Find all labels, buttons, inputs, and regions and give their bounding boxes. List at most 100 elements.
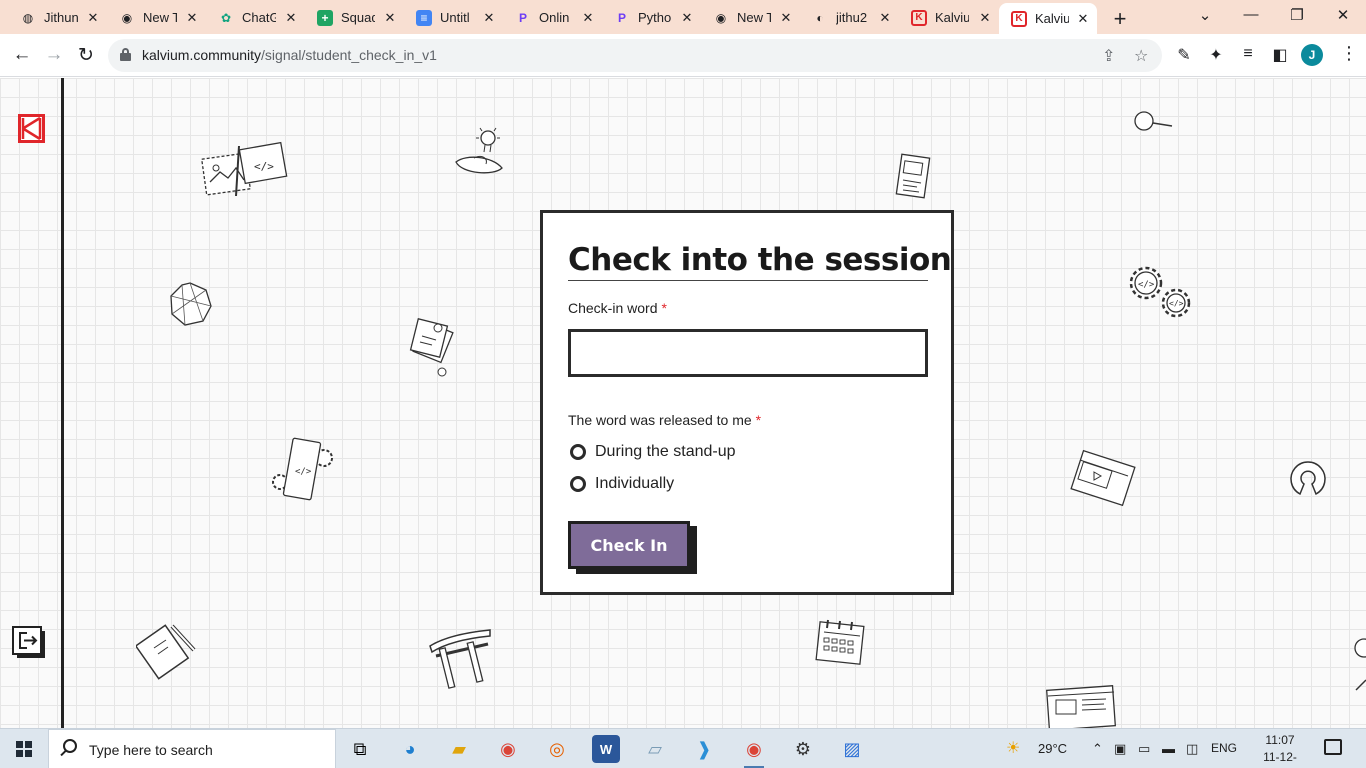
tab-close-icon[interactable]: ✕ <box>382 10 398 26</box>
radio-option-individually[interactable]: Individually <box>570 475 674 493</box>
torii-gate-doodle-icon <box>429 629 491 689</box>
required-asterisk: * <box>755 412 762 428</box>
new-tab-button[interactable]: + <box>1109 6 1131 32</box>
gears-doodle-icon: </> </> <box>1129 266 1191 318</box>
tab-title: Jithun <box>44 10 78 25</box>
notification-center-icon[interactable] <box>1324 739 1342 755</box>
bookmark-star-icon[interactable]: ☆ <box>1134 46 1148 66</box>
chrome-icon: ◉ <box>121 10 133 25</box>
eyedropper-extension-icon[interactable]: ✎ <box>1174 45 1194 65</box>
windows-start-icon[interactable] <box>16 741 32 757</box>
sidebar-divider <box>61 78 64 728</box>
tab-title: ChatG <box>242 10 276 25</box>
browser-tab[interactable]: ◉ New T ✕ <box>701 4 800 31</box>
browser-tab[interactable]: ≡ Untitl ✕ <box>404 4 503 31</box>
forward-button[interactable]: → <box>42 44 66 66</box>
tray-overflow-chevron-icon[interactable]: ⌃ <box>1092 741 1103 757</box>
radio-label: Individually <box>595 475 675 492</box>
tab-close-icon[interactable]: ✕ <box>977 10 993 26</box>
browser-tab[interactable]: ✿ ChatG ✕ <box>206 4 305 31</box>
browser-video-doodle-icon <box>1070 449 1136 507</box>
search-icon <box>63 739 77 753</box>
tab-close-icon[interactable]: ✕ <box>877 10 893 26</box>
url-text[interactable]: kalvium.community/signal/student_check_i… <box>142 47 437 63</box>
lock-icon[interactable] <box>120 48 131 61</box>
photos-icon[interactable]: ▨ <box>838 735 866 763</box>
firefox-icon[interactable]: ◎ <box>543 735 571 763</box>
calendar-doodle-icon <box>815 619 865 665</box>
tray-display-icon[interactable]: ▭ <box>1138 741 1150 757</box>
browser-tab[interactable]: ◍ Jithun ✕ <box>8 4 107 31</box>
mobile-code-doodle-icon: </> <box>272 437 333 501</box>
taskbar-search-box[interactable]: Type here to search <box>48 729 336 768</box>
reload-button[interactable]: ↻ <box>74 44 98 67</box>
tab-title: Untitl <box>440 10 470 25</box>
maximize-button[interactable]: ❐ <box>1287 6 1307 24</box>
vscode-icon[interactable]: ❱ <box>690 735 718 763</box>
radio-option-standup[interactable]: During the stand-up <box>570 443 736 461</box>
open-source-doodle-icon <box>1290 461 1326 496</box>
checkin-word-input[interactable] <box>568 329 928 377</box>
p-icon: P <box>518 10 527 25</box>
chrome-menu-icon[interactable]: ⋮ <box>1340 43 1358 64</box>
github-icon: ◐ <box>816 10 824 25</box>
webpage-doodle-icon <box>1045 685 1117 728</box>
magnifier-doodle-icon <box>1134 111 1173 131</box>
extensions-puzzle-icon[interactable]: ✦ <box>1206 45 1226 65</box>
document-doodle-icon <box>895 153 931 199</box>
tab-close-icon[interactable]: ✕ <box>778 10 794 26</box>
side-panel-icon[interactable]: ◧ <box>1270 45 1290 65</box>
network-icon[interactable]: ◫ <box>1186 741 1198 757</box>
edge-icon[interactable]: ◕ <box>396 735 424 763</box>
checkin-card: Check into the session Check-in word * Th… <box>540 210 954 595</box>
chrome-icon: ◉ <box>715 10 727 25</box>
radio-button[interactable] <box>570 444 586 460</box>
notepad-app-icon[interactable]: ▱ <box>641 735 669 763</box>
tab-close-icon[interactable]: ✕ <box>184 10 200 26</box>
word-icon[interactable]: W <box>592 735 620 763</box>
svg-text:</>: </> <box>254 160 274 173</box>
language-indicator[interactable]: ENG <box>1211 741 1237 755</box>
docs-icon: ≡ <box>416 9 432 26</box>
notebook-pen-doodle-icon <box>136 624 196 680</box>
radio-button[interactable] <box>570 476 586 492</box>
windows-taskbar: Type here to search ⧉ ◕ ▰ ◉ ◎ W ▱ ❱ ◉ ⚙ … <box>0 728 1366 768</box>
settings-gear-icon[interactable]: ⚙ <box>789 735 817 763</box>
back-button[interactable]: ← <box>10 44 34 66</box>
system-clock[interactable]: 11:07 11-12-2023 <box>1250 732 1310 768</box>
browser-tab[interactable]: P Onlin ✕ <box>503 4 602 31</box>
tab-close-icon[interactable]: ✕ <box>580 10 596 26</box>
tray-app-icon[interactable]: ▣ <box>1114 741 1126 757</box>
file-explorer-icon[interactable]: ▰ <box>445 735 473 763</box>
tab-close-icon[interactable]: ✕ <box>679 10 695 26</box>
tab-close-icon[interactable]: ✕ <box>481 10 497 26</box>
browser-tab[interactable]: + Squad ✕ <box>305 4 404 31</box>
weather-icon[interactable]: ☀ <box>1006 738 1020 758</box>
share-icon[interactable]: ⇪ <box>1102 46 1115 66</box>
browser-tab[interactable]: K Kalviu ✕ <box>999 3 1097 34</box>
browser-tab[interactable]: K Kalviu ✕ <box>899 4 999 31</box>
weather-temperature[interactable]: 29°C <box>1038 741 1067 756</box>
logout-icon[interactable] <box>12 626 47 660</box>
media-queue-icon[interactable]: ≡ <box>1238 45 1258 63</box>
close-window-button[interactable]: ✕ <box>1333 6 1353 24</box>
page-background: </> </> </> </> Check into the session C… <box>0 78 1366 728</box>
tab-search-icon[interactable]: ⌄ <box>1195 6 1215 24</box>
address-bar[interactable]: kalvium.community/signal/student_check_i… <box>108 39 1162 72</box>
browser-tab[interactable]: ◉ New T ✕ <box>107 4 206 31</box>
chrome-app-icon[interactable]: ◉ <box>494 735 522 763</box>
tab-close-icon[interactable]: ✕ <box>1075 11 1091 27</box>
minimize-button[interactable]: — <box>1241 6 1261 23</box>
image-code-doodle-icon: </> <box>200 141 288 197</box>
kalvium-logo-icon[interactable] <box>17 113 46 144</box>
check-in-button[interactable]: Check In <box>568 521 690 569</box>
profile-avatar[interactable]: J <box>1301 44 1323 66</box>
battery-icon[interactable]: ▬ <box>1162 741 1175 756</box>
tab-close-icon[interactable]: ✕ <box>283 10 299 26</box>
task-view-icon[interactable]: ⧉ <box>346 735 374 763</box>
chrome-profile-running-icon[interactable]: ◉ <box>740 735 768 768</box>
browser-tab[interactable]: ◐ jithu2 ✕ <box>800 4 899 31</box>
tab-close-icon[interactable]: ✕ <box>85 10 101 26</box>
browser-tab[interactable]: P Pytho ✕ <box>602 4 701 31</box>
svg-text:</>: </> <box>295 467 312 477</box>
